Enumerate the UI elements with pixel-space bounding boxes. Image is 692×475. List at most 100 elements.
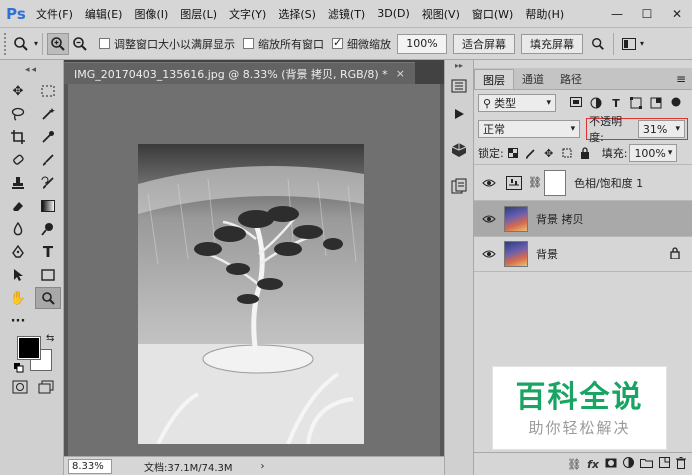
- gradient-icon[interactable]: [35, 195, 61, 217]
- dock-collapse-icon[interactable]: ▸▸: [445, 60, 473, 70]
- healing-brush-icon[interactable]: [5, 149, 31, 171]
- fx-icon[interactable]: fx: [587, 458, 599, 471]
- clone-stamp-icon[interactable]: [5, 172, 31, 194]
- menu-file[interactable]: 文件(F): [30, 6, 79, 22]
- eye-icon[interactable]: [478, 214, 500, 224]
- preset-chevron-icon[interactable]: ▾: [34, 39, 38, 48]
- trash-icon[interactable]: [676, 456, 686, 472]
- pen-tool-icon[interactable]: [5, 241, 31, 263]
- layer-thumbnail[interactable]: [504, 241, 528, 267]
- lock-artboard-icon[interactable]: [558, 147, 576, 159]
- fill-field[interactable]: 100% ▾: [629, 144, 678, 162]
- lasso-tool-icon[interactable]: [5, 103, 31, 125]
- menu-3d[interactable]: 3D(D): [371, 7, 416, 20]
- new-layer-icon[interactable]: [659, 457, 670, 471]
- zoom-percent-field[interactable]: 100%: [397, 33, 448, 54]
- menu-window[interactable]: 窗口(W): [466, 6, 519, 22]
- brush-tool-icon[interactable]: [35, 149, 61, 171]
- mask-icon[interactable]: [605, 458, 617, 471]
- menu-layer[interactable]: 图层(L): [174, 6, 223, 22]
- menu-type[interactable]: 文字(Y): [223, 6, 272, 22]
- menu-view[interactable]: 视图(V): [416, 6, 466, 22]
- filter-kind-select[interactable]: ⚲ 类型 ▾: [478, 94, 556, 112]
- filter-type-icon[interactable]: T: [606, 97, 626, 110]
- checkbox-box[interactable]: [99, 38, 111, 49]
- path-select-icon[interactable]: [5, 264, 31, 286]
- more-tools-icon[interactable]: ···: [5, 310, 31, 332]
- layer-thumbnail[interactable]: [504, 205, 528, 232]
- mask-link-icon[interactable]: ⛓: [528, 176, 542, 189]
- quick-mask-icon[interactable]: [12, 380, 28, 397]
- filter-pixel-icon[interactable]: [566, 96, 586, 110]
- opacity-field[interactable]: 31% ▾: [637, 120, 685, 138]
- adjustment-icon[interactable]: [623, 457, 634, 471]
- zoom-tool-preset-icon[interactable]: [10, 33, 32, 55]
- status-menu-icon[interactable]: ›: [261, 461, 265, 472]
- crop-tool-icon[interactable]: [5, 126, 31, 148]
- screen-mode-icon[interactable]: [38, 380, 54, 397]
- folder-icon[interactable]: [640, 458, 653, 471]
- hand-tool-icon[interactable]: ✋: [5, 287, 31, 309]
- panel-menu-icon[interactable]: ≡: [676, 69, 686, 89]
- lock-transparent-icon[interactable]: [504, 148, 522, 158]
- actions-play-icon[interactable]: [447, 102, 471, 126]
- tab-layers[interactable]: 图层: [474, 69, 514, 89]
- zoom-all-checkbox[interactable]: 缩放所有窗口: [243, 36, 324, 52]
- close-tab-icon[interactable]: ×: [396, 67, 405, 80]
- tab-paths[interactable]: 路径: [552, 69, 590, 89]
- lock-image-icon[interactable]: [522, 147, 540, 159]
- swap-colors-icon[interactable]: ⇆: [46, 333, 54, 344]
- workspace-icon[interactable]: [618, 33, 640, 55]
- hue-saturation-adjustment-icon[interactable]: [504, 173, 524, 193]
- 3d-panel-icon[interactable]: [447, 138, 471, 162]
- zoom-tool-icon[interactable]: [35, 287, 61, 309]
- history-brush-icon[interactable]: [35, 172, 61, 194]
- type-tool-icon[interactable]: T: [35, 241, 61, 263]
- menu-select[interactable]: 选择(S): [272, 6, 322, 22]
- blend-mode-select[interactable]: 正常 ▾: [478, 120, 581, 138]
- dodge-tool-icon[interactable]: [35, 218, 61, 240]
- search-icon[interactable]: [587, 33, 609, 55]
- move-tool-icon[interactable]: ✥: [5, 80, 31, 102]
- filter-adjustment-icon[interactable]: [586, 97, 606, 110]
- maximize-button[interactable]: ☐: [632, 0, 662, 28]
- workspace-chevron-icon[interactable]: ▾: [640, 39, 644, 48]
- lock-all-icon[interactable]: [576, 147, 594, 159]
- eye-icon[interactable]: [478, 249, 500, 259]
- layer-mask-thumbnail[interactable]: [543, 169, 566, 196]
- default-colors-icon[interactable]: [14, 363, 24, 376]
- magic-wand-icon[interactable]: [35, 103, 61, 125]
- minimize-button[interactable]: —: [602, 0, 632, 28]
- close-button[interactable]: ✕: [662, 0, 692, 28]
- filter-toggle-icon[interactable]: [666, 97, 686, 110]
- checkbox-box[interactable]: [243, 38, 255, 49]
- marquee-tool-icon[interactable]: [35, 80, 61, 102]
- resize-window-checkbox[interactable]: 调整窗口大小以满屏显示: [99, 36, 235, 52]
- menu-image[interactable]: 图像(I): [128, 6, 174, 22]
- layer-row-background[interactable]: 背景: [474, 236, 692, 272]
- fit-screen-button[interactable]: 适合屏幕: [453, 33, 516, 54]
- foreground-color-swatch[interactable]: [17, 336, 41, 360]
- blur-tool-icon[interactable]: [5, 218, 31, 240]
- eraser-icon[interactable]: [5, 195, 31, 217]
- eye-icon[interactable]: [478, 178, 500, 188]
- filter-shape-icon[interactable]: [626, 96, 646, 110]
- filter-smart-object-icon[interactable]: [646, 97, 666, 110]
- toolbox-collapse-icon[interactable]: ◂◂: [0, 60, 63, 80]
- menu-filter[interactable]: 滤镜(T): [322, 6, 371, 22]
- zoom-in-icon[interactable]: [47, 32, 70, 55]
- tab-channels[interactable]: 通道: [514, 69, 552, 89]
- menu-help[interactable]: 帮助(H): [519, 6, 570, 22]
- lock-position-icon[interactable]: ✥: [540, 147, 558, 160]
- link-icon[interactable]: ⛓: [567, 458, 581, 471]
- fill-screen-button[interactable]: 填充屏幕: [521, 33, 584, 54]
- scrubby-zoom-checkbox[interactable]: 细微缩放: [332, 36, 391, 52]
- menu-edit[interactable]: 编辑(E): [79, 6, 129, 22]
- rectangle-tool-icon[interactable]: [35, 264, 61, 286]
- layer-row-hue-saturation[interactable]: ⛓ 色相/饱和度 1: [474, 164, 692, 200]
- status-zoom-field[interactable]: 8.33%: [68, 458, 112, 474]
- eyedropper-icon[interactable]: [35, 126, 61, 148]
- document-tab[interactable]: IMG_20170403_135616.jpg @ 8.33% (背景 拷贝, …: [64, 62, 415, 84]
- history-panel-icon[interactable]: [447, 74, 471, 98]
- checkbox-box[interactable]: [332, 36, 344, 49]
